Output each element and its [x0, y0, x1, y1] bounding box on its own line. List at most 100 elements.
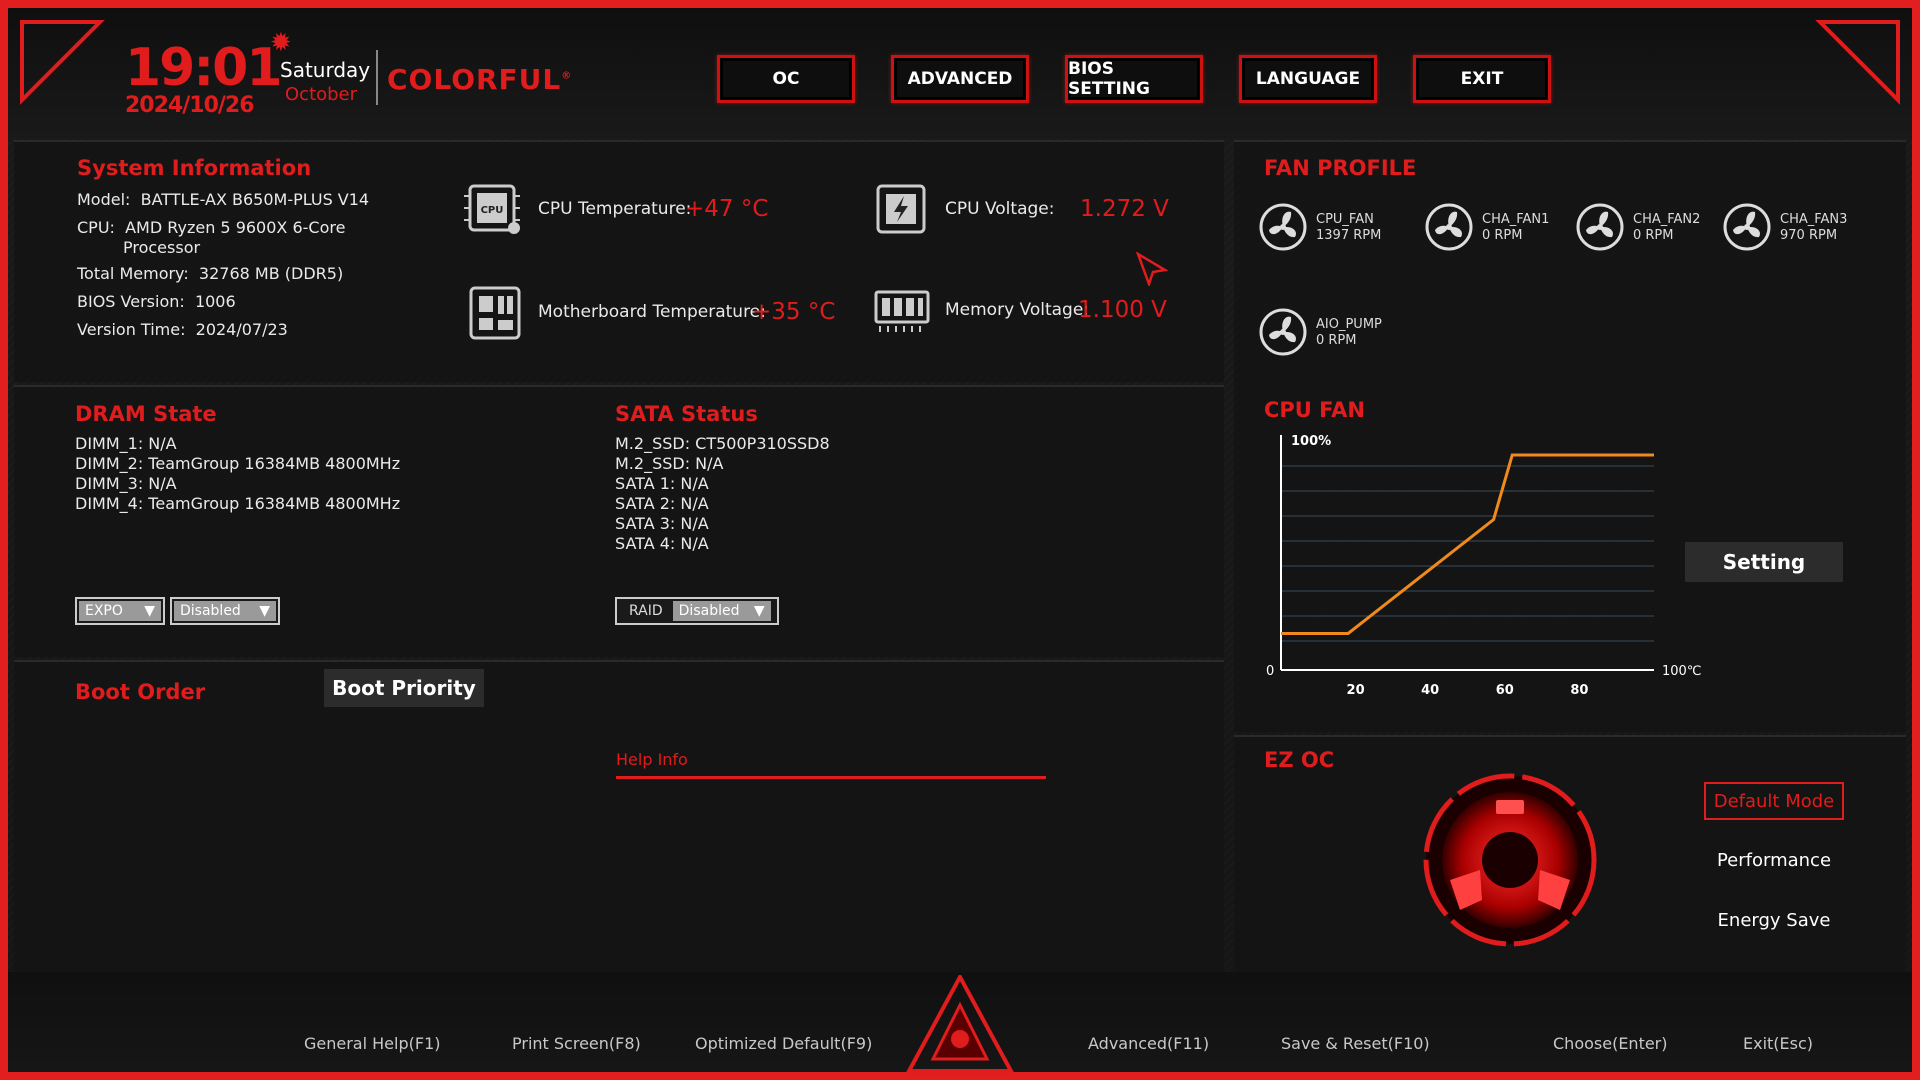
cpu-voltage-icon — [872, 180, 932, 238]
fan-item-cpu-fan[interactable]: CPU_FAN 1397 RPM — [1258, 202, 1418, 258]
nav-exit-button[interactable]: EXIT — [1413, 55, 1551, 103]
cpu-value-line2: Processor — [123, 238, 201, 257]
fan-item-cha-fan1[interactable]: CHA_FAN1 0 RPM — [1424, 202, 1584, 258]
dram-slot-1: DIMM_1: N/A — [75, 434, 177, 453]
chevron-down-icon: ▼ — [259, 603, 270, 619]
raid-state-value: Disabled — [678, 603, 740, 619]
x-tick-label: 20 — [1347, 683, 1365, 698]
sata-port-5: SATA 3: N/A — [615, 514, 709, 533]
footer-print-screen[interactable]: Print Screen(F8) — [512, 1034, 641, 1053]
fan-rpm: 0 RPM — [1633, 228, 1674, 243]
sata-port-1: M.2_SSD: CT500P310SSD8 — [615, 434, 830, 453]
cpu-fan-curve-chart[interactable]: 100% 0 100℃ 20 40 60 80 — [1250, 425, 1710, 700]
chevron-down-icon: ▼ — [144, 603, 155, 619]
help-info-label: Help Info — [616, 750, 688, 769]
mem-voltage-value: 1.100 V — [1078, 297, 1167, 323]
mb-temp-label: Motherboard Temperature: — [538, 302, 766, 322]
sata-title: SATA Status — [615, 402, 758, 426]
header-divider — [376, 50, 378, 105]
fan-name: CHA_FAN2 — [1633, 212, 1701, 227]
x-tick-label: 80 — [1570, 683, 1588, 698]
fan-profile-title: FAN PROFILE — [1264, 156, 1417, 180]
raid-label: RAID — [629, 603, 663, 619]
bios-label: BIOS Version: — [77, 292, 185, 311]
fan-curve-line — [1281, 453, 1654, 635]
x-tick-label: 60 — [1496, 683, 1514, 698]
y-zero-label: 0 — [1266, 664, 1274, 679]
system-info-title: System Information — [77, 156, 312, 180]
footer-save-reset[interactable]: Save & Reset(F10) — [1281, 1034, 1430, 1053]
fan-item-cha-fan3[interactable]: CHA_FAN3 970 RPM — [1722, 202, 1882, 258]
ez-oc-performance-option[interactable]: Performance — [1704, 850, 1844, 871]
fan-icon — [1424, 202, 1474, 252]
model-value: BATTLE-AX B650M-PLUS V14 — [140, 190, 370, 209]
clock-month: October — [285, 84, 358, 105]
help-info-underline — [616, 776, 1046, 779]
dram-slot-4: DIMM_4: TeamGroup 16384MB 4800MHz — [75, 494, 401, 513]
boot-order-title: Boot Order — [75, 680, 206, 704]
nav-bios-setting-button[interactable]: BIOS SETTING — [1065, 55, 1203, 103]
model-label: Model: — [77, 190, 131, 209]
fan-name: CHA_FAN1 — [1482, 212, 1550, 227]
mb-temp-value: +35 °C — [752, 299, 836, 325]
fan-icon — [1722, 202, 1772, 252]
expo-state-select[interactable]: Disabled ▼ — [170, 597, 280, 625]
footer-advanced[interactable]: Advanced(F11) — [1088, 1034, 1209, 1053]
fan-name: AIO_PUMP — [1316, 317, 1382, 332]
fan-rpm: 970 RPM — [1780, 228, 1838, 243]
raid-select[interactable]: RAID Disabled ▼ — [615, 597, 779, 625]
dram-slot-3: DIMM_3: N/A — [75, 474, 177, 493]
mouse-cursor-icon — [1135, 251, 1169, 290]
gear-icon: ✹ — [270, 28, 292, 58]
fan-rpm: 0 RPM — [1316, 333, 1357, 348]
nav-language-button[interactable]: LANGUAGE — [1239, 55, 1377, 103]
version-time-row: Version Time: 2024/07/23 — [77, 320, 288, 339]
fan-name: CPU_FAN — [1316, 212, 1374, 227]
ez-oc-title: EZ OC — [1264, 748, 1335, 772]
version-time-value: 2024/07/23 — [195, 320, 288, 339]
footer-choose[interactable]: Choose(Enter) — [1553, 1034, 1668, 1053]
fan-item-aio-pump[interactable]: AIO_PUMP 0 RPM — [1258, 307, 1418, 363]
fan-item-cha-fan2[interactable]: CHA_FAN2 0 RPM — [1575, 202, 1735, 258]
boot-priority-button[interactable]: Boot Priority — [324, 669, 484, 707]
cpu-chip-text: CPU — [481, 205, 504, 216]
dram-title: DRAM State — [75, 402, 217, 426]
memory-value: 32768 MB (DDR5) — [198, 264, 344, 283]
cpu-fan-title: CPU FAN — [1264, 398, 1365, 422]
footer-emblem-icon — [905, 972, 1015, 1075]
ez-oc-energy-save-option[interactable]: Energy Save — [1704, 910, 1844, 931]
fan-icon — [1575, 202, 1625, 252]
nav-advanced-button[interactable]: ADVANCED — [891, 55, 1029, 103]
ez-oc-default-mode-option[interactable]: Default Mode — [1704, 782, 1844, 820]
fan-icon — [1258, 307, 1308, 357]
bios-value: 1006 — [194, 292, 236, 311]
fan-rpm: 0 RPM — [1482, 228, 1523, 243]
sata-port-3: SATA 1: N/A — [615, 474, 709, 493]
x-end-label: 100℃ — [1662, 664, 1701, 679]
version-time-label: Version Time: — [77, 320, 186, 339]
boot-order-panel — [14, 660, 1224, 972]
memory-label: Total Memory: — [77, 264, 189, 283]
ez-oc-dial-icon[interactable] — [1420, 770, 1600, 950]
footer-exit[interactable]: Exit(Esc) — [1743, 1034, 1813, 1053]
fan-setting-button[interactable]: Setting — [1685, 542, 1843, 582]
clock-time: 19:01 — [125, 38, 283, 98]
sata-port-4: SATA 2: N/A — [615, 494, 709, 513]
cpu-temp-value: +47 °C — [685, 196, 769, 222]
expo-state-value: Disabled — [180, 603, 241, 619]
nav-oc-button[interactable]: OC — [717, 55, 855, 103]
mem-voltage-label: Memory Voltage: — [945, 300, 1090, 320]
footer-optimized-default[interactable]: Optimized Default(F9) — [695, 1034, 872, 1053]
cpu-temp-label: CPU Temperature: — [538, 199, 692, 219]
dram-slot-2: DIMM_2: TeamGroup 16384MB 4800MHz — [75, 454, 401, 473]
expo-select[interactable]: EXPO ▼ — [75, 597, 165, 625]
fan-icon — [1258, 202, 1308, 252]
sata-port-6: SATA 4: N/A — [615, 534, 709, 553]
fan-name: CHA_FAN3 — [1780, 212, 1848, 227]
expo-select-value: EXPO — [85, 603, 123, 619]
chevron-down-icon: ▼ — [753, 603, 765, 619]
footer-general-help[interactable]: General Help(F1) — [304, 1034, 440, 1053]
clock-day: Saturday — [280, 58, 371, 82]
sata-port-2: M.2_SSD: N/A — [615, 454, 724, 473]
x-tick-label: 40 — [1421, 683, 1439, 698]
